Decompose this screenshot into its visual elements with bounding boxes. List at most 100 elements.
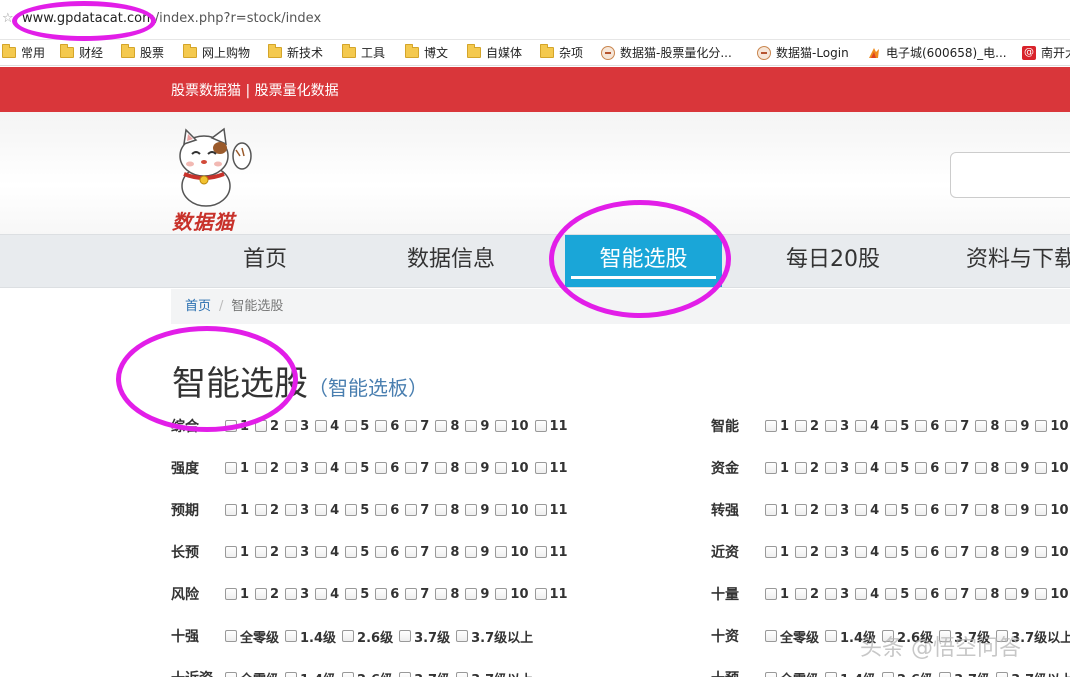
- filter-checkbox[interactable]: [885, 504, 898, 516]
- filter-option[interactable]: 8: [435, 419, 462, 434]
- filter-checkbox[interactable]: [945, 504, 958, 516]
- filter-option[interactable]: 2.6级: [342, 627, 396, 646]
- filter-checkbox[interactable]: [975, 462, 988, 474]
- filter-option[interactable]: 7: [405, 461, 432, 476]
- filter-option[interactable]: 7: [945, 587, 972, 602]
- search-input[interactable]: [950, 152, 1070, 198]
- filter-option[interactable]: 9: [1005, 545, 1032, 560]
- bookmark-link[interactable]: @南开大: [1022, 44, 1070, 61]
- filter-checkbox[interactable]: [456, 672, 469, 677]
- filter-option[interactable]: 2: [255, 419, 282, 434]
- nav-item-smart-picking[interactable]: 智能选股: [565, 235, 722, 287]
- filter-option[interactable]: 3: [285, 419, 312, 434]
- filter-checkbox[interactable]: [885, 420, 898, 432]
- filter-checkbox[interactable]: [225, 588, 237, 600]
- filter-option[interactable]: 6: [915, 587, 942, 602]
- filter-option[interactable]: 5: [345, 461, 372, 476]
- filter-option[interactable]: 全零级: [765, 627, 822, 646]
- filter-checkbox[interactable]: [855, 420, 868, 432]
- filter-checkbox[interactable]: [495, 504, 508, 516]
- bookmark-folder[interactable]: 工具: [342, 44, 385, 61]
- filter-checkbox[interactable]: [405, 462, 418, 474]
- filter-option[interactable]: 7: [405, 587, 432, 602]
- filter-checkbox[interactable]: [435, 546, 448, 558]
- filter-option[interactable]: 5: [885, 545, 912, 560]
- filter-option[interactable]: 6: [375, 587, 402, 602]
- filter-checkbox[interactable]: [405, 588, 418, 600]
- filter-option[interactable]: 1.4级: [285, 627, 339, 646]
- filter-checkbox[interactable]: [534, 504, 547, 516]
- filter-checkbox[interactable]: [1005, 420, 1018, 432]
- filter-checkbox[interactable]: [765, 420, 777, 432]
- filter-checkbox[interactable]: [315, 546, 328, 558]
- filter-option[interactable]: 1: [225, 503, 252, 518]
- filter-checkbox[interactable]: [915, 588, 928, 600]
- filter-checkbox[interactable]: [315, 588, 328, 600]
- filter-checkbox[interactable]: [1005, 462, 1018, 474]
- filter-option[interactable]: 1: [765, 587, 792, 602]
- filter-checkbox[interactable]: [375, 504, 388, 516]
- filter-option[interactable]: 6: [375, 461, 402, 476]
- filter-option[interactable]: 1: [765, 503, 792, 518]
- filter-option[interactable]: 1: [765, 545, 792, 560]
- filter-option[interactable]: 3: [825, 503, 852, 518]
- breadcrumb-home-link[interactable]: 首页: [185, 299, 211, 314]
- filter-checkbox[interactable]: [375, 462, 388, 474]
- filter-checkbox[interactable]: [495, 462, 508, 474]
- filter-checkbox[interactable]: [534, 546, 547, 558]
- filter-checkbox[interactable]: [855, 546, 868, 558]
- filter-option[interactable]: 4: [855, 461, 882, 476]
- filter-checkbox[interactable]: [825, 462, 838, 474]
- filter-checkbox[interactable]: [435, 588, 448, 600]
- filter-option[interactable]: 5: [345, 419, 372, 434]
- filter-option[interactable]: 11: [534, 545, 571, 560]
- nav-item-daily-20[interactable]: 每日20股: [786, 235, 880, 287]
- filter-option[interactable]: 10: [495, 545, 531, 560]
- filter-option[interactable]: 4: [315, 587, 342, 602]
- filter-checkbox[interactable]: [225, 630, 237, 642]
- filter-option[interactable]: 8: [435, 587, 462, 602]
- filter-checkbox[interactable]: [534, 588, 547, 600]
- filter-checkbox[interactable]: [495, 420, 508, 432]
- filter-checkbox[interactable]: [315, 462, 328, 474]
- filter-option[interactable]: 10: [495, 587, 531, 602]
- filter-option[interactable]: 3: [825, 587, 852, 602]
- filter-checkbox[interactable]: [285, 462, 298, 474]
- bookmark-folder[interactable]: 网上购物: [183, 44, 250, 61]
- filter-checkbox[interactable]: [1035, 462, 1048, 474]
- filter-checkbox[interactable]: [345, 588, 358, 600]
- filter-checkbox[interactable]: [225, 672, 237, 677]
- filter-checkbox[interactable]: [915, 462, 928, 474]
- filter-option[interactable]: 1: [765, 419, 792, 434]
- filter-option[interactable]: 8: [435, 503, 462, 518]
- filter-option[interactable]: 11: [534, 587, 571, 602]
- filter-checkbox[interactable]: [945, 546, 958, 558]
- logo[interactable]: 数据猫: [170, 126, 260, 234]
- filter-option[interactable]: 8: [975, 545, 1002, 560]
- filter-checkbox[interactable]: [825, 630, 838, 642]
- filter-checkbox[interactable]: [945, 588, 958, 600]
- filter-option[interactable]: 8: [975, 587, 1002, 602]
- filter-checkbox[interactable]: [375, 546, 388, 558]
- filter-option[interactable]: 3: [285, 503, 312, 518]
- filter-option[interactable]: 5: [345, 545, 372, 560]
- filter-checkbox[interactable]: [825, 672, 838, 677]
- filter-checkbox[interactable]: [285, 420, 298, 432]
- filter-checkbox[interactable]: [495, 588, 508, 600]
- filter-option[interactable]: 2.6级: [342, 669, 396, 677]
- filter-option[interactable]: 10: [495, 503, 531, 518]
- nav-item-data-info[interactable]: 数据信息: [407, 235, 495, 287]
- filter-checkbox[interactable]: [855, 588, 868, 600]
- filter-option[interactable]: 6: [915, 545, 942, 560]
- filter-option[interactable]: 5: [885, 461, 912, 476]
- filter-checkbox[interactable]: [795, 588, 808, 600]
- filter-checkbox[interactable]: [945, 420, 958, 432]
- filter-checkbox[interactable]: [855, 462, 868, 474]
- filter-checkbox[interactable]: [435, 504, 448, 516]
- filter-option[interactable]: 3: [285, 587, 312, 602]
- bookmark-folder[interactable]: 股票: [121, 44, 164, 61]
- nav-item-downloads[interactable]: 资料与下载: [966, 235, 1070, 287]
- bookmark-folder[interactable]: 新技术: [268, 44, 323, 61]
- filter-option[interactable]: 1.4级: [825, 669, 879, 677]
- filter-checkbox[interactable]: [225, 546, 237, 558]
